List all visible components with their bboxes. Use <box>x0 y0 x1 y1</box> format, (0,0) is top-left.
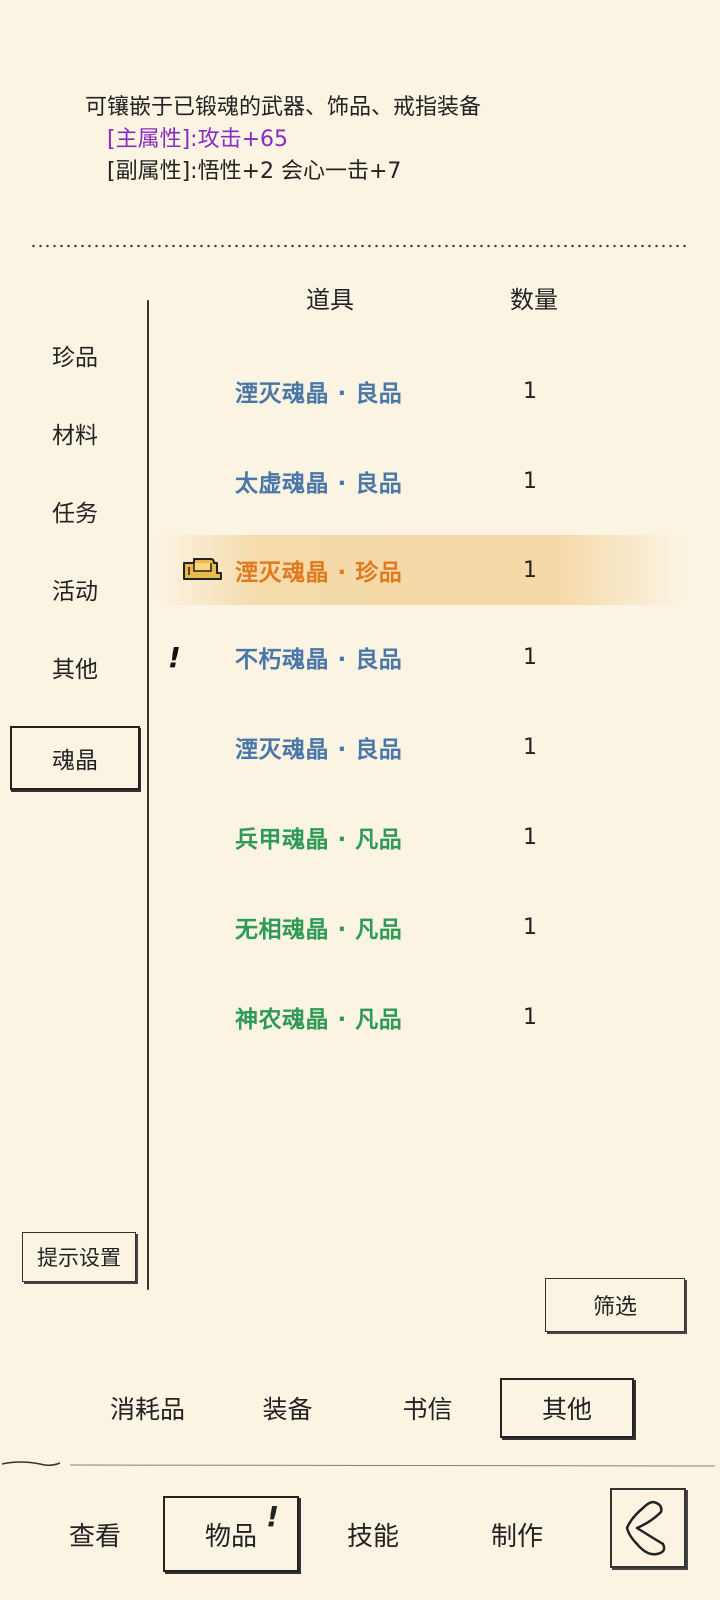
item-quantity: 1 <box>523 734 537 760</box>
list-item[interactable]: 湮灭魂晶 · 良品 1 <box>155 712 685 782</box>
sidebar-item-label: 活动 <box>52 579 98 605</box>
item-name: 不朽魂晶 · 良品 <box>235 647 403 673</box>
item-quantity: 1 <box>523 644 537 670</box>
list-item[interactable]: 湮灭魂晶 · 良品 1 <box>155 356 685 426</box>
list-item[interactable]: 太虚魂晶 · 良品 1 <box>155 446 685 516</box>
column-header-item: 道具 <box>306 286 354 314</box>
item-quantity: 1 <box>523 824 537 850</box>
nav-tab-items[interactable]: 物品 ! <box>163 1496 299 1572</box>
item-quantity: 1 <box>523 557 537 583</box>
sidebar-item-label: 材料 <box>52 423 98 449</box>
nav-tab-skills[interactable]: 技能 <box>318 1496 428 1572</box>
sidebar-item-label: 珍品 <box>52 345 98 371</box>
filter-button[interactable]: 筛选 <box>545 1278 685 1332</box>
item-name: 湮灭魂晶 · 良品 <box>235 737 403 763</box>
item-name: 湮灭魂晶 · 珍品 <box>235 560 403 586</box>
item-name: 神农魂晶 · 凡品 <box>235 1007 403 1033</box>
item-name: 太虚魂晶 · 良品 <box>235 471 403 497</box>
back-button[interactable] <box>610 1488 686 1568</box>
sidebar-item-label: 魂晶 <box>52 748 98 774</box>
nav-tab-label: 物品 <box>204 1521 257 1552</box>
description-text: 可镶嵌于已锻魂的武器、饰品、戒指装备 <box>85 95 482 120</box>
item-quantity: 1 <box>523 1004 537 1030</box>
subtab-other[interactable]: 其他 <box>500 1378 634 1438</box>
item-quantity: 1 <box>523 378 537 404</box>
nav-tab-view[interactable]: 查看 <box>40 1496 150 1572</box>
brush-divider <box>1 1461 716 1467</box>
subtab-equipment[interactable]: 装备 <box>240 1378 335 1438</box>
list-item[interactable]: 兵甲魂晶 · 凡品 1 <box>155 802 685 872</box>
item-name: 无相魂晶 · 凡品 <box>235 917 403 943</box>
nav-tab-craft[interactable]: 制作 <box>462 1496 572 1572</box>
new-item-marker: ! <box>168 640 181 674</box>
item-description: 可镶嵌于已锻魂的武器、饰品、戒指装备 [主属性]:攻击+65 [副属性]:悟性+… <box>85 92 481 188</box>
sidebar-item-materials[interactable]: 材料 <box>10 402 140 464</box>
dotted-divider <box>30 244 690 248</box>
item-quantity: 1 <box>523 914 537 940</box>
nav-tab-badge: ! <box>266 1500 279 1533</box>
sidebar-item-label: 任务 <box>52 501 98 527</box>
list-item[interactable]: 无相魂晶 · 凡品 1 <box>155 892 685 962</box>
main-attribute: [主属性]:攻击+65 <box>107 127 289 152</box>
sidebar-item-quest[interactable]: 任务 <box>10 480 140 542</box>
list-item[interactable]: 神农魂晶 · 凡品 1 <box>155 982 685 1052</box>
subtab-letters[interactable]: 书信 <box>380 1378 475 1438</box>
sidebar-divider <box>147 300 149 1290</box>
subtab-consumables[interactable]: 消耗品 <box>90 1378 205 1438</box>
item-quantity: 1 <box>523 468 537 494</box>
sidebar-item-soul-crystal[interactable]: 魂晶 <box>10 726 140 790</box>
equipped-shoe-icon <box>183 558 222 580</box>
sidebar-item-event[interactable]: 活动 <box>10 558 140 620</box>
item-name: 湮灭魂晶 · 良品 <box>235 381 403 407</box>
list-item-selected[interactable]: 湮灭魂晶 · 珍品 1 <box>155 535 685 605</box>
list-item[interactable]: ! 不朽魂晶 · 良品 1 <box>155 622 685 692</box>
sidebar-item-treasure[interactable]: 珍品 <box>10 324 140 386</box>
sidebar-item-label: 其他 <box>52 657 98 683</box>
sub-attribute: [副属性]:悟性+2 会心一击+7 <box>107 159 402 184</box>
column-header-quantity: 数量 <box>510 286 558 314</box>
item-name: 兵甲魂晶 · 凡品 <box>235 827 403 853</box>
hint-settings-button[interactable]: 提示设置 <box>22 1232 136 1282</box>
back-arrow-icon <box>625 1500 666 1556</box>
sidebar-item-other[interactable]: 其他 <box>10 636 140 698</box>
